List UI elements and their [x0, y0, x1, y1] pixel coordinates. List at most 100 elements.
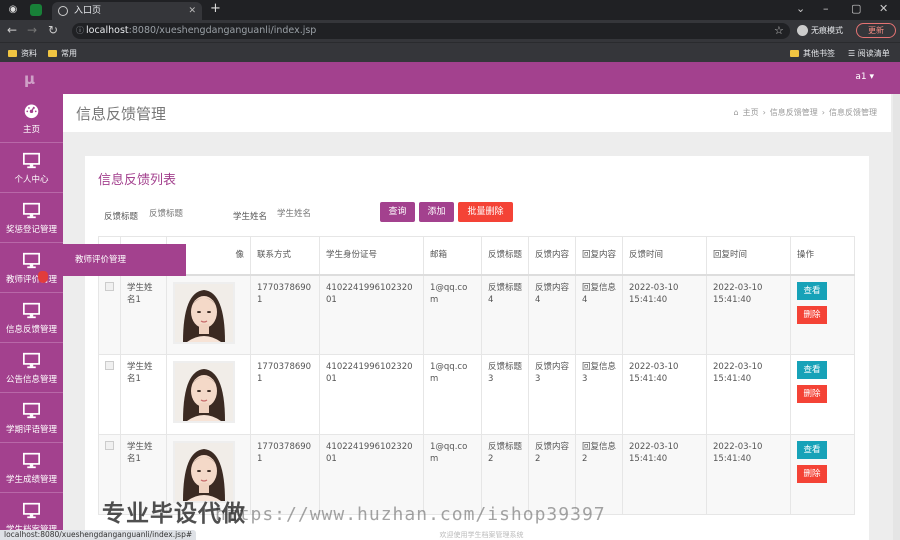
close-tab-icon[interactable]: ✕ — [188, 2, 196, 20]
cell-feedback-title: 反馈标题3 — [481, 354, 529, 435]
update-button[interactable]: 更新 — [856, 23, 896, 38]
url-field[interactable]: ⓘ localhost:8080/xueshengdanganguanli/in… — [72, 23, 790, 39]
cell-feedback-title: 反馈标题4 — [481, 274, 529, 355]
cell-email: 1@qq.com — [423, 434, 482, 515]
cell-student-name: 学生姓名1 — [120, 354, 167, 435]
feedback-table: 像 联系方式 学生身份证号 邮箱 反馈标题 反馈内容 回复内容 反馈时间 回复时… — [98, 236, 855, 515]
breadcrumb-home[interactable]: 主页 — [743, 108, 759, 117]
monitor-icon — [23, 502, 40, 519]
main-content: 信息反馈管理 ⌂主页›信息反馈管理›信息反馈管理 信息反馈列表 反馈标题 学生姓… — [63, 94, 900, 540]
reading-list[interactable]: ☰ 阅读清单 — [848, 48, 890, 59]
breadcrumb-current: 信息反馈管理 — [829, 108, 877, 117]
url-path: :8080/xueshengdanganguanli/index.jsp — [128, 25, 317, 36]
sidebar-item-grades[interactable]: 学生成绩管理 — [0, 444, 63, 493]
sidebar-item-profile[interactable]: 个人中心 — [0, 144, 63, 193]
bookmarks-bar: 资料 常用 其他书签 ☰ 阅读清单 — [0, 42, 900, 62]
submenu-teacher-eval[interactable]: 教师评价管理 — [63, 244, 186, 276]
sidebar-item-feedback[interactable]: 信息反馈管理 — [0, 294, 63, 343]
view-button[interactable]: 查看 — [797, 361, 827, 379]
cell-feedback-time: 2022-03-10 15:41:40 — [622, 354, 707, 435]
top-navbar: μ a1 ▾ — [0, 62, 900, 94]
sidebar-item-home[interactable]: 主页 — [0, 94, 63, 143]
monitor-icon — [23, 452, 40, 469]
student-photo — [173, 281, 235, 344]
col-reply-content: 回复内容 — [575, 236, 623, 276]
col-feedback-title: 反馈标题 — [481, 236, 529, 276]
address-bar-row: ← → ↻ ⓘ localhost:8080/xueshengdangangua… — [0, 20, 900, 42]
reading-list-icon: ☰ — [848, 49, 858, 58]
browser-menu-icon[interactable]: ◉ — [6, 3, 20, 17]
monitor-icon — [23, 402, 40, 419]
cell-feedback-time: 2022-03-10 15:41:40 — [622, 434, 707, 515]
incognito-indicator[interactable]: 无痕模式 — [797, 25, 843, 36]
watermark-url: https://www.huzhan.com/ishop39397 — [215, 504, 606, 525]
sidebar: 主页 个人中心 奖惩登记管理 教师评价管理 信息反馈管理 公告信息管理 学期评语… — [0, 94, 63, 540]
close-window-icon[interactable]: ✕ — [879, 2, 888, 15]
sheets-tab-icon[interactable] — [30, 4, 42, 16]
add-button[interactable]: 添加 — [419, 202, 454, 222]
page-scrollbar[interactable] — [893, 94, 900, 540]
view-button[interactable]: 查看 — [797, 441, 827, 459]
delete-button[interactable]: 删除 — [797, 385, 827, 403]
row-checkbox[interactable] — [105, 281, 114, 291]
cell-idcard: 410224199610232001 — [319, 354, 424, 435]
table-row: 学生姓名1 17703786901 410224199610232001 1@q… — [98, 274, 855, 355]
table-header-row: 像 联系方式 学生身份证号 邮箱 反馈标题 反馈内容 回复内容 反馈时间 回复时… — [98, 236, 855, 276]
cell-phone: 17703786901 — [250, 354, 320, 435]
folder-icon — [8, 50, 17, 57]
cell-idcard: 410224199610232001 — [319, 434, 424, 515]
cell-feedback-content: 反馈内容3 — [528, 354, 576, 435]
other-bookmarks[interactable]: 其他书签 — [790, 48, 835, 59]
tab-title: 入口页 — [74, 6, 102, 16]
search-button[interactable]: 查询 — [380, 202, 415, 222]
browser-tab-active[interactable]: 入口页 ✕ — [52, 2, 202, 20]
breadcrumb-section[interactable]: 信息反馈管理 — [770, 108, 818, 117]
row-checkbox[interactable] — [105, 441, 114, 450]
reload-icon[interactable]: ↻ — [48, 23, 58, 37]
minimize-icon[interactable]: – — [823, 2, 829, 15]
sidebar-item-teacher-eval[interactable]: 教师评价管理 — [0, 244, 63, 293]
view-button[interactable]: 查看 — [797, 281, 827, 300]
cell-feedback-content: 反馈内容4 — [528, 274, 576, 355]
cell-feedback-content: 反馈内容2 — [528, 434, 576, 515]
sidebar-item-comments[interactable]: 学期评语管理 — [0, 394, 63, 443]
globe-icon — [58, 6, 68, 16]
bookmark-star-icon[interactable]: ☆ — [774, 24, 784, 37]
cell-reply-time: 2022-03-10 15:41:40 — [706, 434, 791, 515]
user-menu[interactable]: a1 ▾ — [855, 72, 874, 82]
cell-actions: 查看 删除 — [790, 434, 855, 515]
breadcrumb: ⌂ 主页 › 信息反馈管理 › 信息反馈管理 — [733, 108, 877, 117]
maximize-icon[interactable]: ▢ — [851, 2, 861, 15]
cell-actions: 查看 删除 — [790, 274, 855, 355]
sidebar-item-rewards[interactable]: 奖惩登记管理 — [0, 194, 63, 243]
table-row: 学生姓名1 17703786901 410224199610232001 1@q… — [98, 354, 855, 435]
delete-button[interactable]: 删除 — [797, 465, 827, 483]
delete-button[interactable]: 删除 — [797, 305, 827, 324]
cell-reply-content: 回复信息4 — [575, 274, 623, 355]
row-checkbox[interactable] — [105, 361, 114, 370]
folder-icon — [48, 50, 57, 57]
filter-student-label: 学生姓名 — [233, 212, 268, 222]
tab-search-icon[interactable]: ⌄ — [796, 2, 805, 15]
col-phone: 联系方式 — [250, 236, 320, 276]
bookmark-folder-1[interactable]: 资料 — [8, 48, 37, 59]
sidebar-item-announcements[interactable]: 公告信息管理 — [0, 344, 63, 393]
bookmark-folder-2[interactable]: 常用 — [48, 48, 77, 59]
monitor-icon — [23, 352, 40, 369]
cell-idcard: 410224199610232001 — [319, 274, 424, 355]
cell-feedback-time: 2022-03-10 15:41:40 — [622, 274, 707, 355]
back-icon[interactable]: ← — [7, 23, 17, 37]
browser-tab-strip: ◉ 入口页 ✕ + ⌄ – ▢ ✕ — [0, 0, 900, 20]
batch-delete-button[interactable]: 批量删除 — [458, 202, 513, 222]
forward-icon[interactable]: → — [27, 23, 37, 37]
info-icon: ⓘ — [76, 26, 84, 35]
cell-feedback-title: 反馈标题2 — [481, 434, 529, 515]
filter-student-input[interactable] — [277, 205, 355, 223]
filter-title-input[interactable] — [149, 205, 227, 223]
logo: μ — [24, 70, 36, 88]
col-feedback-content: 反馈内容 — [528, 236, 576, 276]
watermark-text: 专业毕设代做 — [102, 501, 246, 527]
new-tab-icon[interactable]: + — [210, 1, 221, 16]
home-icon: ⌂ — [733, 108, 739, 117]
page-title: 信息反馈管理 — [76, 105, 167, 123]
